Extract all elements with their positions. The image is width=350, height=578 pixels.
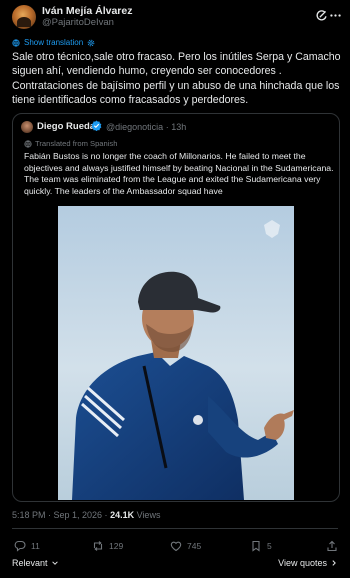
view-quotes-link[interactable]: View quotes [278,558,338,568]
like-button[interactable]: 745 [170,538,201,554]
reply-count: 11 [31,541,40,551]
divider [12,528,338,529]
grok-icon[interactable] [314,8,328,22]
chevron-down-icon [51,561,58,565]
translated-notice: Translated from Spanish [24,139,117,148]
views-count: 24.1K [110,510,135,520]
bookmark-button[interactable]: 5 [250,538,272,554]
reply-button[interactable]: 11 [14,538,40,554]
author-handle[interactable]: @PajaritoDeIvan [42,17,114,28]
quote-time[interactable]: 13h [171,122,186,132]
post-header: Iván Mejía Álvarez @PajaritoDeIvan [12,4,342,30]
chevron-right-icon [332,560,336,566]
quote-media-photo[interactable] [58,206,294,500]
gear-icon[interactable] [87,39,95,47]
like-icon [170,541,182,552]
post-text: Sale otro técnico,sale otro fracaso. Per… [12,51,341,107]
like-count: 745 [187,541,202,551]
translate-icon [24,139,32,148]
quoted-post[interactable]: Diego Rueda @diegonoticia · 13h Translat… [12,113,340,502]
author-display-name[interactable]: Iván Mejía Álvarez [42,5,132,17]
reply-icon [14,540,26,552]
quote-meta: @diegonoticia · 13h [106,122,186,132]
view-quotes-label[interactable]: View quotes [278,558,327,568]
quote-text: Fabián Bustos is no longer the coach of … [24,151,334,196]
quote-separator: · [165,122,169,132]
action-bar: 11 129 745 5 [14,538,340,554]
post-timestamp[interactable]: 5:18 PM · Sep 1, 2026 · [12,510,110,520]
share-icon [327,540,337,552]
show-translation-label[interactable]: Show translation [24,38,83,47]
repost-button[interactable]: 129 [92,538,123,554]
avatar[interactable] [12,5,36,29]
more-icon[interactable] [328,8,342,22]
post-timestamp-row: 5:18 PM · Sep 1, 2026 · 24.1K Views [12,510,160,520]
bookmark-icon [252,540,260,552]
quote-author-name[interactable]: Diego Rueda [37,121,95,132]
repost-count: 129 [109,541,124,551]
repost-icon [93,541,103,551]
quote-avatar[interactable] [21,121,33,133]
translated-label: Translated from Spanish [35,139,118,148]
reply-sort-label[interactable]: Relevant [12,558,48,568]
views-label: Views [134,510,161,520]
quote-author-handle[interactable]: @diegonoticia [106,122,163,132]
verified-badge-icon [91,120,102,131]
bookmark-count: 5 [267,541,272,551]
watermark-logo [264,220,280,238]
coach-photo [58,206,294,500]
share-button[interactable] [326,538,338,554]
post: Iván Mejía Álvarez @PajaritoDeIvan Show … [0,0,350,578]
reply-sort-dropdown[interactable]: Relevant [12,558,59,568]
show-translation-link[interactable]: Show translation [12,38,95,47]
globe-icon [12,38,20,47]
